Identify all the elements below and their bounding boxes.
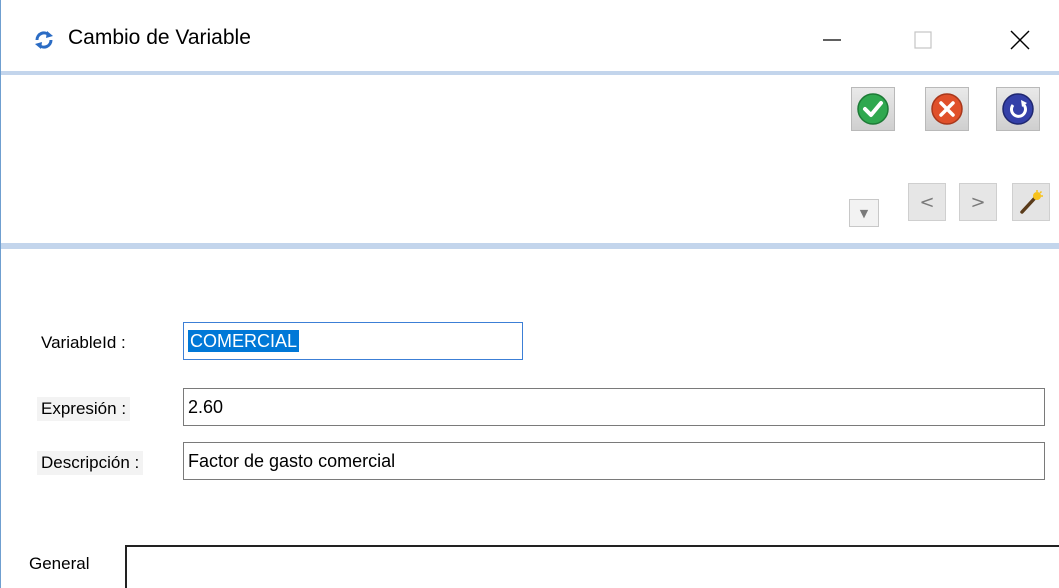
previous-button[interactable]: <: [908, 183, 946, 221]
tab-general[interactable]: General: [29, 554, 89, 574]
maximize-icon[interactable]: [899, 18, 945, 62]
cancel-button[interactable]: [925, 87, 969, 131]
dropdown-button[interactable]: ▼: [849, 199, 879, 227]
next-button[interactable]: >: [959, 183, 997, 221]
magic-wand-icon: [1020, 190, 1043, 214]
undo-button[interactable]: [996, 87, 1040, 131]
close-icon[interactable]: [997, 18, 1043, 62]
expresion-field[interactable]: 2.60: [183, 388, 1045, 426]
wizard-button[interactable]: [1012, 183, 1050, 221]
x-circle-icon: [931, 93, 963, 125]
expresion-label: Expresión :: [37, 397, 131, 421]
toolbar: ▼ < >: [1, 75, 1059, 243]
variable-id-value: COMERCIAL: [188, 330, 300, 352]
check-circle-icon: [857, 93, 889, 125]
window-title: Cambio de Variable: [68, 26, 251, 49]
dialog-window: Cambio de Variable ▼ < > VariableId: CO…: [0, 0, 1059, 588]
descripcion-label: Descripción :: [37, 451, 144, 475]
title-bar: Cambio de Variable: [1, 0, 1059, 76]
accept-button[interactable]: [851, 87, 895, 131]
descripcion-field[interactable]: Factor de gasto comercial: [183, 442, 1045, 480]
undo-circle-icon: [1002, 93, 1034, 125]
toolbar-separator: [1, 243, 1059, 249]
general-panel: [125, 545, 1059, 588]
refresh-arrows-icon: [35, 31, 53, 49]
variable-id-field[interactable]: COMERCIAL: [183, 322, 523, 360]
variable-id-label: VariableId :: [37, 331, 130, 355]
minimize-icon[interactable]: [809, 18, 855, 62]
